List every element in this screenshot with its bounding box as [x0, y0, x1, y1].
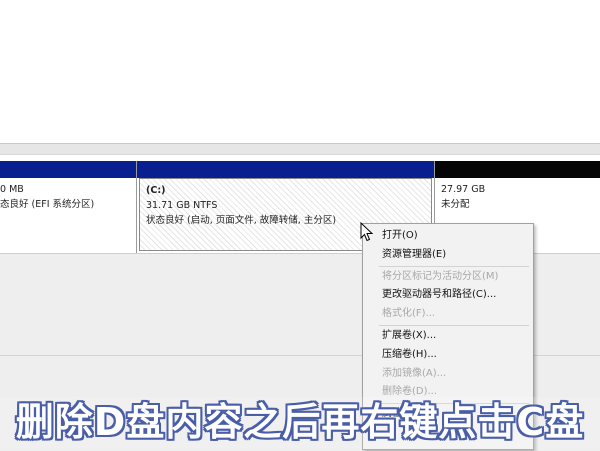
menu-item-extend-volume[interactable]: 扩展卷(X)...: [363, 327, 533, 346]
volume-list-pane: [0, 0, 600, 143]
pane-splitter[interactable]: [0, 143, 600, 155]
menu-item-add-mirror[interactable]: 添加镜像(A)...: [363, 365, 533, 384]
arrow-cursor-icon: [360, 222, 374, 242]
menu-item-open[interactable]: 打开(O): [363, 227, 533, 246]
partition-c-label: (C:): [146, 185, 166, 196]
menu-item-format[interactable]: 格式化(F)...: [363, 305, 533, 324]
menu-item-explorer[interactable]: 资源管理器(E): [363, 246, 533, 265]
menu-item-mark-active[interactable]: 将分区标记为活动分区(M): [363, 268, 533, 287]
partition-efi-size: 0 MB: [0, 184, 24, 195]
menu-item-change-drive-letter[interactable]: 更改驱动器号和路径(C)...: [363, 286, 533, 305]
partition-unallocated-status: 未分配: [441, 199, 470, 210]
partition-efi-bar: [0, 161, 136, 178]
partition-efi-status: 态良好 (EFI 系统分区): [0, 199, 95, 210]
menu-separator: [379, 324, 529, 326]
menu-item-shrink-volume[interactable]: 压缩卷(H)...: [363, 346, 533, 365]
partition-unallocated-size: 27.97 GB: [441, 184, 486, 195]
video-subtitle: 删除D盘内容之后再右键点击C盘: [15, 400, 585, 444]
partition-unallocated-bar: [435, 161, 600, 178]
partition-c-bar: [137, 161, 434, 178]
partition-c-size: 31.71 GB NTFS: [146, 200, 218, 211]
menu-separator: [379, 265, 529, 267]
partition-efi[interactable]: 0 MB 态良好 (EFI 系统分区): [0, 161, 137, 253]
